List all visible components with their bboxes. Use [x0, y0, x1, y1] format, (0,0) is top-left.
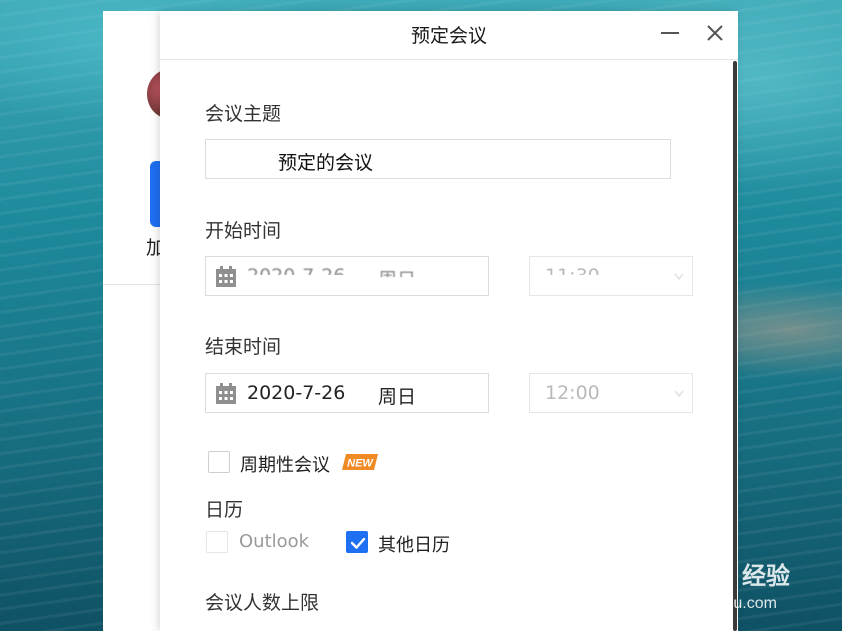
other-calendar-label: 其他日历 — [378, 535, 450, 556]
checkmark-icon — [350, 537, 366, 549]
other-calendar-checkbox[interactable] — [346, 531, 368, 553]
dialog-title: 预定会议 — [410, 25, 487, 47]
watermark-brand: Baidu — [646, 560, 729, 593]
recurring-checkbox[interactable] — [208, 451, 230, 473]
schedule-meeting-dialog: 预定会议 会议主题 预定的会议 开始时间 2020-7-26 周日 11:30 — [160, 11, 738, 631]
calendar-icon — [216, 383, 236, 404]
outlook-checkbox[interactable] — [206, 531, 228, 553]
end-time-picker[interactable]: 12:00 — [529, 373, 693, 413]
watermark-url: jingyan.baidu.com — [647, 595, 777, 612]
capacity-label: 会议人数上限 — [205, 592, 320, 614]
close-button[interactable] — [703, 21, 727, 45]
chevron-down-icon — [674, 390, 684, 398]
start-date-picker[interactable]: 2020-7-26 周日 — [205, 256, 489, 296]
close-icon — [707, 25, 723, 41]
minimize-button[interactable] — [658, 21, 682, 45]
start-date-value: 2020-7-26 — [247, 265, 346, 287]
new-badge-text: NEW — [347, 458, 374, 470]
start-time-picker[interactable]: 11:30 — [529, 256, 693, 296]
baidu-jingyan-watermark: Baidu 经验 jingyan.baidu.com — [646, 544, 790, 612]
titlebar: 预定会议 — [160, 11, 738, 60]
outlook-label: Outlook — [239, 531, 310, 552]
topic-label: 会议主题 — [205, 103, 282, 125]
recurring-label: 周期性会议 — [240, 455, 330, 476]
chevron-down-icon — [674, 273, 684, 281]
new-badge: NEW — [342, 454, 378, 470]
end-date-value: 2020-7-26 — [247, 382, 346, 404]
topic-input-value: 预定的会议 — [278, 152, 374, 174]
calendar-icon — [216, 266, 236, 287]
topic-input[interactable]: 预定的会议 — [205, 139, 671, 179]
end-time-value: 12:00 — [545, 382, 600, 404]
end-time-label: 结束时间 — [205, 336, 282, 358]
start-weekday-value: 周日 — [378, 269, 417, 291]
watermark-suffix: 经验 — [742, 562, 790, 590]
calendar-label: 日历 — [205, 499, 244, 521]
start-time-value: 11:30 — [545, 265, 600, 287]
end-weekday-value: 周日 — [378, 386, 417, 408]
end-date-picker[interactable]: 2020-7-26 周日 — [205, 373, 489, 413]
start-time-label: 开始时间 — [205, 220, 282, 242]
